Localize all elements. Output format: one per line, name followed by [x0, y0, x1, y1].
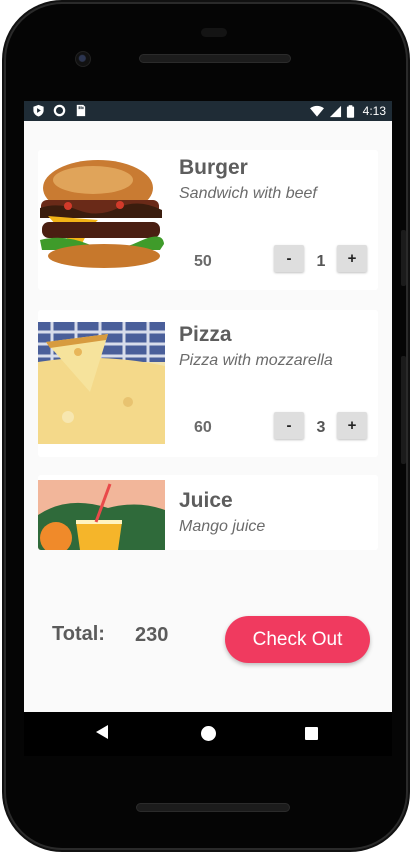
cell-signal-icon: [329, 105, 341, 117]
item-description: Sandwich with beef: [179, 185, 317, 202]
navigation-bar: [24, 712, 392, 756]
item-name: Juice: [179, 489, 233, 512]
item-name: Pizza: [179, 323, 232, 346]
earpiece: [201, 28, 227, 37]
total-value: 230: [135, 624, 169, 646]
item-description: Pizza with mozzarella: [179, 352, 333, 369]
juice-image: [38, 480, 165, 550]
cart-item-pizza: Pizza Pizza with mozzarella 60 - 3 +: [38, 310, 378, 457]
item-quantity: 1: [316, 253, 326, 270]
top-speaker: [139, 54, 291, 63]
cart-item-juice: Juice Mango juice: [38, 475, 378, 550]
increase-quantity-button[interactable]: +: [337, 245, 367, 272]
decrease-quantity-button[interactable]: -: [274, 245, 304, 272]
burger-image: [40, 160, 164, 268]
item-price: 50: [194, 253, 212, 270]
recent-apps-icon[interactable]: [305, 727, 318, 740]
shield-play-icon: [33, 104, 44, 117]
item-description: Mango juice: [179, 518, 266, 535]
pizza-image: [38, 322, 165, 444]
status-bar: 4:13: [24, 101, 392, 121]
power-button[interactable]: [401, 356, 406, 464]
total-label: Total:: [52, 623, 105, 645]
increase-quantity-button[interactable]: +: [337, 412, 367, 439]
back-icon[interactable]: [96, 725, 108, 739]
item-quantity: 3: [316, 419, 326, 436]
checkout-button[interactable]: Check Out: [225, 616, 370, 663]
app-screen: 4:13 Burger Sandwich with beef 50 - 1 +: [24, 101, 392, 712]
battery-icon: [346, 104, 354, 118]
status-time: 4:13: [362, 104, 386, 118]
decrease-quantity-button[interactable]: -: [274, 412, 304, 439]
bottom-speaker: [136, 803, 290, 812]
home-icon[interactable]: [201, 726, 216, 741]
front-camera: [75, 51, 91, 67]
wifi-icon: [309, 105, 324, 117]
sd-card-icon: [76, 104, 86, 117]
item-price: 60: [194, 419, 212, 436]
item-name: Burger: [179, 156, 248, 179]
cart-item-burger: Burger Sandwich with beef 50 - 1 +: [38, 150, 378, 290]
volume-button[interactable]: [401, 230, 406, 286]
sync-circle-icon: [53, 104, 66, 117]
